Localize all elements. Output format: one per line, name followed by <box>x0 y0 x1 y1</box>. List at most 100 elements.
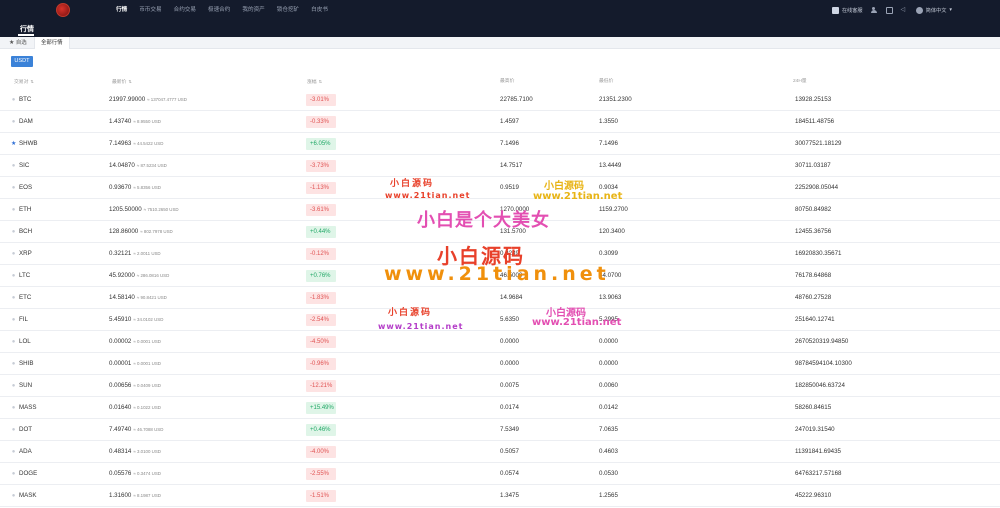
favorite-star-icon[interactable]: ● <box>11 221 16 243</box>
high-price: 5.6350 <box>500 316 519 323</box>
price-value: 0.32121 <box>109 250 132 257</box>
change-badge: -3.01% <box>306 94 336 106</box>
logo-icon <box>56 3 70 17</box>
table-row[interactable]: ● SUN 0.00656 ≈ 0.0409 USD -12.21% 0.0075 0.00… <box>0 375 1000 397</box>
table-row[interactable]: ● SHIB 0.00001 ≈ 0.0001 USD -0.96% 0.0000 0.00… <box>0 353 1000 375</box>
tab-all-markets[interactable]: 全部行情 <box>34 37 70 49</box>
watermark-text: 小白源码 <box>390 179 435 189</box>
sort-icon[interactable]: ⇅ <box>319 79 322 84</box>
price-converted: ≈ 46.7088 USD <box>133 427 164 432</box>
favorite-star-icon[interactable]: ● <box>11 265 16 287</box>
favorite-star-icon[interactable]: ● <box>11 243 16 265</box>
price-converted: ≈ 44.5422 USD <box>133 141 164 146</box>
nav-item[interactable]: 锁仓挖矿 <box>271 0 305 20</box>
price-value: 1.31600 <box>109 492 132 499</box>
favorite-star-icon[interactable]: ★ <box>11 133 16 155</box>
nav-item[interactable]: 行情 <box>110 0 133 20</box>
table-row[interactable]: ● MASK 1.31600 ≈ 8.1987 USD -1.51% 1.3475 1.25… <box>0 485 1000 507</box>
header-change-label: 涨幅 <box>307 80 317 85</box>
nav-item[interactable]: 极速合约 <box>202 0 236 20</box>
globe-icon[interactable] <box>915 6 923 14</box>
low-price: 7.0635 <box>599 426 618 433</box>
tab-favorites[interactable]: ★ 自选 <box>9 37 27 49</box>
favorite-star-icon[interactable]: ● <box>11 177 16 199</box>
logo[interactable] <box>56 2 100 18</box>
download-link[interactable]: 在线客服 <box>842 7 863 14</box>
table-row[interactable]: ● MASS 0.01640 ≈ 0.1022 USD +15.49% 0.0174 0.0… <box>0 397 1000 419</box>
last-price: 1.31600 ≈ 8.1987 USD <box>109 485 161 507</box>
price-value: 0.93670 <box>109 184 132 191</box>
nav-item[interactable]: 白皮书 <box>305 0 334 20</box>
watermark-text: www.21tian.net <box>385 191 471 200</box>
table-row[interactable]: ● DOGE 0.05576 ≈ 0.3474 USD -2.55% 0.0574 0.05… <box>0 463 1000 485</box>
favorite-star-icon[interactable]: ● <box>11 287 16 309</box>
high-price: 7.5349 <box>500 426 519 433</box>
last-price: 1205.50000 ≈ 7510.2650 USD <box>109 199 179 221</box>
nav-item[interactable]: 币币交易 <box>133 0 167 20</box>
last-price: 21997.99000 ≈ 137047.4777 USD <box>109 89 187 111</box>
favorite-star-icon[interactable]: ● <box>11 155 16 177</box>
table-row[interactable]: ● EOS 0.93670 ≈ 5.8356 USD -1.13% 0.9519 0.903… <box>0 177 1000 199</box>
high-price: 0.0574 <box>500 470 519 477</box>
table-row[interactable]: ● FIL 5.45910 ≈ 34.0102 USD -2.54% 5.6350 5.29… <box>0 309 1000 331</box>
pair-symbol: XRP <box>19 250 32 257</box>
last-price: 14.04870 ≈ 87.5234 USD <box>109 155 167 177</box>
table-row[interactable]: ● ADA 0.48314 ≈ 3.0100 USD -4.00% 0.5057 0.460… <box>0 441 1000 463</box>
favorite-star-icon[interactable]: ● <box>11 309 16 331</box>
chevron-down-icon[interactable]: ▾ <box>949 7 952 13</box>
favorite-star-icon[interactable]: ● <box>11 485 16 507</box>
table-row[interactable]: ● LOL 0.00002 ≈ 0.0001 USD -4.50% 0.0000 0.000… <box>0 331 1000 353</box>
favorite-star-icon[interactable]: ● <box>11 375 16 397</box>
change-badge: -0.33% <box>306 116 336 128</box>
favorite-star-icon[interactable]: ● <box>11 463 16 485</box>
low-price: 120.3400 <box>599 228 625 235</box>
favorite-star-icon[interactable]: ● <box>11 419 16 441</box>
price-converted: ≈ 0.3474 USD <box>133 471 161 476</box>
price-converted: ≈ 8.9550 USD <box>133 119 161 124</box>
header-change[interactable]: 涨幅 ⇅ <box>307 75 322 89</box>
nav-item[interactable]: 合约交易 <box>168 0 202 20</box>
header-pair[interactable]: 交易对 ⇅ <box>14 75 34 89</box>
table-row[interactable]: ★ SHWB 7.14963 ≈ 44.5422 USD +6.05% 7.1496 7.1… <box>0 133 1000 155</box>
nav-item[interactable]: 我的资产 <box>236 0 270 20</box>
page-header: 行情 <box>0 20 1000 37</box>
change-badge: -1.83% <box>306 292 336 304</box>
usdt-filter-button[interactable]: USDT <box>11 56 33 67</box>
table-row[interactable]: ● DOT 7.49740 ≈ 46.7088 USD +0.46% 7.5349 7.06… <box>0 419 1000 441</box>
favorite-star-icon[interactable]: ● <box>11 353 16 375</box>
sound-icon[interactable]: ◁ <box>901 7 908 14</box>
last-price: 45.92000 ≈ 286.0816 USD <box>109 265 169 287</box>
favorite-star-icon[interactable]: ● <box>11 331 16 353</box>
table-row[interactable]: ● BTC 21997.99000 ≈ 137047.4777 USD -3.01% 22… <box>0 89 1000 111</box>
favorite-star-icon[interactable]: ● <box>11 199 16 221</box>
sort-icon[interactable]: ⇅ <box>128 79 131 84</box>
high-price: 14.7517 <box>500 162 523 169</box>
star-icon: ★ <box>9 40 15 46</box>
message-icon[interactable] <box>885 6 893 14</box>
download-icon[interactable] <box>831 6 839 14</box>
header-price[interactable]: 最新价 ⇅ <box>112 75 132 89</box>
watermark-text: www.21tian.net <box>378 322 464 331</box>
language-select[interactable]: 简体中文 <box>926 7 947 14</box>
price-converted: ≈ 286.0816 USD <box>136 273 170 278</box>
high-price: 0.0000 <box>500 360 519 367</box>
change-badge: -3.73% <box>306 160 336 172</box>
favorite-star-icon[interactable]: ● <box>11 111 16 133</box>
low-price: 21351.2300 <box>599 96 632 103</box>
favorite-star-icon[interactable]: ● <box>11 397 16 419</box>
price-converted: ≈ 0.0409 USD <box>133 383 161 388</box>
sort-icon[interactable]: ⇅ <box>30 79 33 84</box>
change-badge: -2.54% <box>306 314 336 326</box>
table-row[interactable]: ● ETC 14.58140 ≈ 90.8421 USD -1.83% 14.9684 13… <box>0 287 1000 309</box>
table-row[interactable]: ● SIC 14.04870 ≈ 87.5234 USD -3.73% 14.7517 13… <box>0 155 1000 177</box>
volume-24h: 80750.84982 <box>795 206 832 213</box>
high-price: 7.1496 <box>500 140 519 147</box>
user-icon[interactable] <box>870 6 878 14</box>
header-low: 最低价 <box>599 79 614 84</box>
favorite-star-icon[interactable]: ● <box>11 89 16 111</box>
favorite-star-icon[interactable]: ● <box>11 441 16 463</box>
nav-menu: 行情 币币交易 合约交易 极速合约 我的资产 锁仓挖矿 白皮书 <box>110 0 334 20</box>
low-price: 7.1496 <box>599 140 618 147</box>
pair-symbol: DOT <box>19 426 33 433</box>
table-row[interactable]: ● DAM 1.43740 ≈ 8.9550 USD -0.33% 1.4597 1.355… <box>0 111 1000 133</box>
